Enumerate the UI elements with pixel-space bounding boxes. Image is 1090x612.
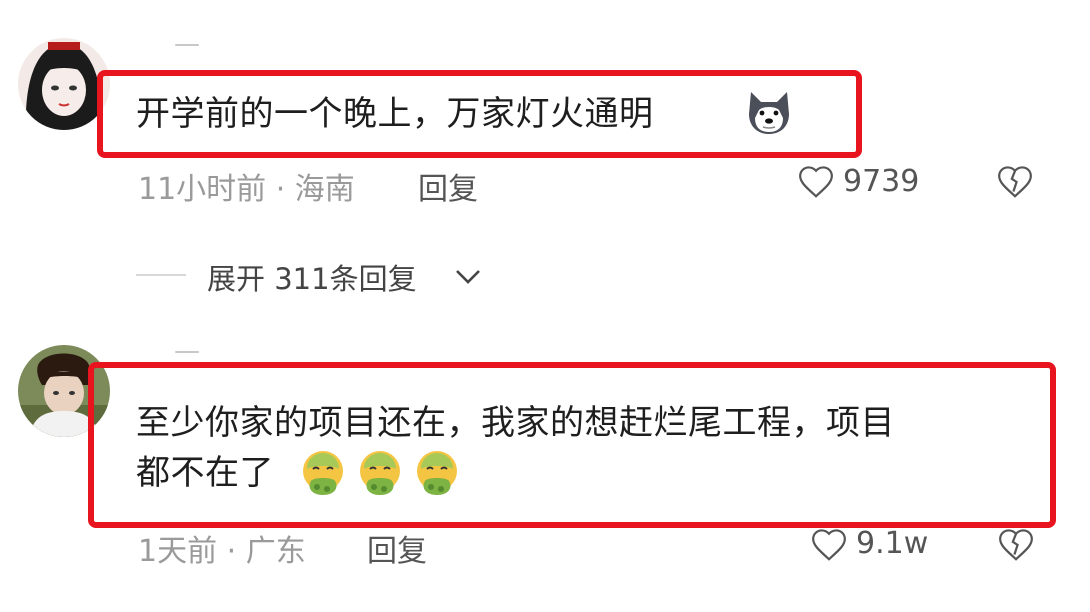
like-count: 9.1w bbox=[856, 526, 929, 561]
nauseated-face-icon bbox=[413, 449, 461, 497]
broken-heart-icon[interactable] bbox=[997, 526, 1035, 564]
username-redacted[interactable] bbox=[175, 44, 199, 46]
username-redacted[interactable] bbox=[175, 351, 199, 353]
comment-text: 开学前的一个晚上，万家灯火通明 bbox=[136, 89, 654, 139]
expand-divider-line bbox=[136, 274, 186, 276]
heart-icon[interactable] bbox=[797, 163, 835, 201]
comment-meta: 1天前 · 广东 bbox=[138, 534, 306, 569]
nauseated-face-icon bbox=[356, 449, 404, 497]
like-count: 9739 bbox=[843, 164, 920, 199]
heart-icon[interactable] bbox=[810, 526, 848, 564]
comment-text-content: 开学前的一个晚上，万家灯火通明 bbox=[136, 94, 654, 134]
nauseated-face-icon bbox=[299, 449, 347, 497]
expand-replies-button[interactable]: 展开 311条回复 bbox=[207, 256, 417, 298]
comment-text-line: 至少你家的项目还在，我家的想赶烂尾工程，项目 bbox=[136, 403, 895, 443]
comment-text-line: 都不在了 bbox=[136, 453, 274, 493]
expand-replies-label: 展开 311条回复 bbox=[207, 262, 417, 296]
husky-dog-face-icon bbox=[745, 88, 793, 136]
reply-button[interactable]: 回复 bbox=[418, 164, 478, 208]
comment-text: 至少你家的项目还在，我家的想赶烂尾工程，项目 都不在了 bbox=[136, 398, 895, 498]
comment-meta: 11小时前 · 海南 bbox=[138, 172, 355, 207]
chevron-down-icon[interactable] bbox=[453, 264, 483, 288]
broken-heart-icon[interactable] bbox=[996, 163, 1034, 201]
reply-button[interactable]: 回复 bbox=[367, 526, 427, 570]
